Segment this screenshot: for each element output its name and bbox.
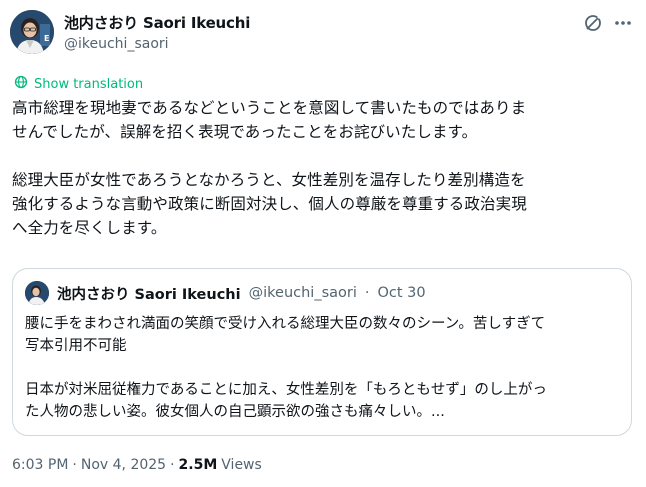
quoted-separator: · (364, 285, 370, 301)
tweet-text: 高市総理を現地妻であるなどということを意図して書いたものではありま せんでしたが… (12, 99, 527, 237)
quoted-tweet-text: 腰に手をまわされ満面の笑顔で受け入れる総理大臣の数々のシーン。苦しすぎて 写本引… (25, 316, 547, 420)
show-translation-label: Show translation (34, 76, 144, 92)
more-options-icon[interactable] (612, 12, 634, 34)
meta-separator: · (170, 457, 175, 473)
quoted-author-name: 池内さおり Saori Ikeuchi (57, 286, 241, 303)
author-display-name[interactable]: 池内さおり Saori Ikeuchi (64, 12, 250, 33)
quoted-tweet-header: 池内さおり Saori Ikeuchi @ikeuchi_saori · Oct… (25, 281, 426, 305)
tweet-date[interactable]: Nov 4, 2025 (81, 457, 166, 473)
grok-icon[interactable] (582, 12, 604, 34)
avatar-image: E (10, 10, 54, 54)
tweet-time[interactable]: 6:03 PM (12, 457, 68, 473)
author-handle[interactable]: @ikeuchi_saori (64, 36, 169, 52)
quoted-author-avatar (25, 281, 49, 305)
meta-separator: · (72, 457, 77, 473)
tweet-metadata: 6:03 PM · Nov 4, 2025 · 2.5M Views (12, 457, 262, 473)
quoted-date: Oct 30 (377, 285, 426, 301)
views-count[interactable]: 2.5M (179, 457, 218, 473)
quoted-tweet-card[interactable]: 池内さおり Saori Ikeuchi @ikeuchi_saori · Oct… (12, 268, 632, 436)
svg-text:E: E (44, 34, 49, 43)
globe-translate-icon (14, 75, 28, 93)
views-label: Views (221, 457, 262, 473)
author-avatar[interactable]: E (10, 10, 54, 54)
author-name-row[interactable]: 池内さおり Saori Ikeuchi (64, 12, 250, 33)
quoted-author-handle: @ikeuchi_saori (248, 285, 357, 301)
show-translation-link[interactable]: Show translation (14, 75, 143, 93)
